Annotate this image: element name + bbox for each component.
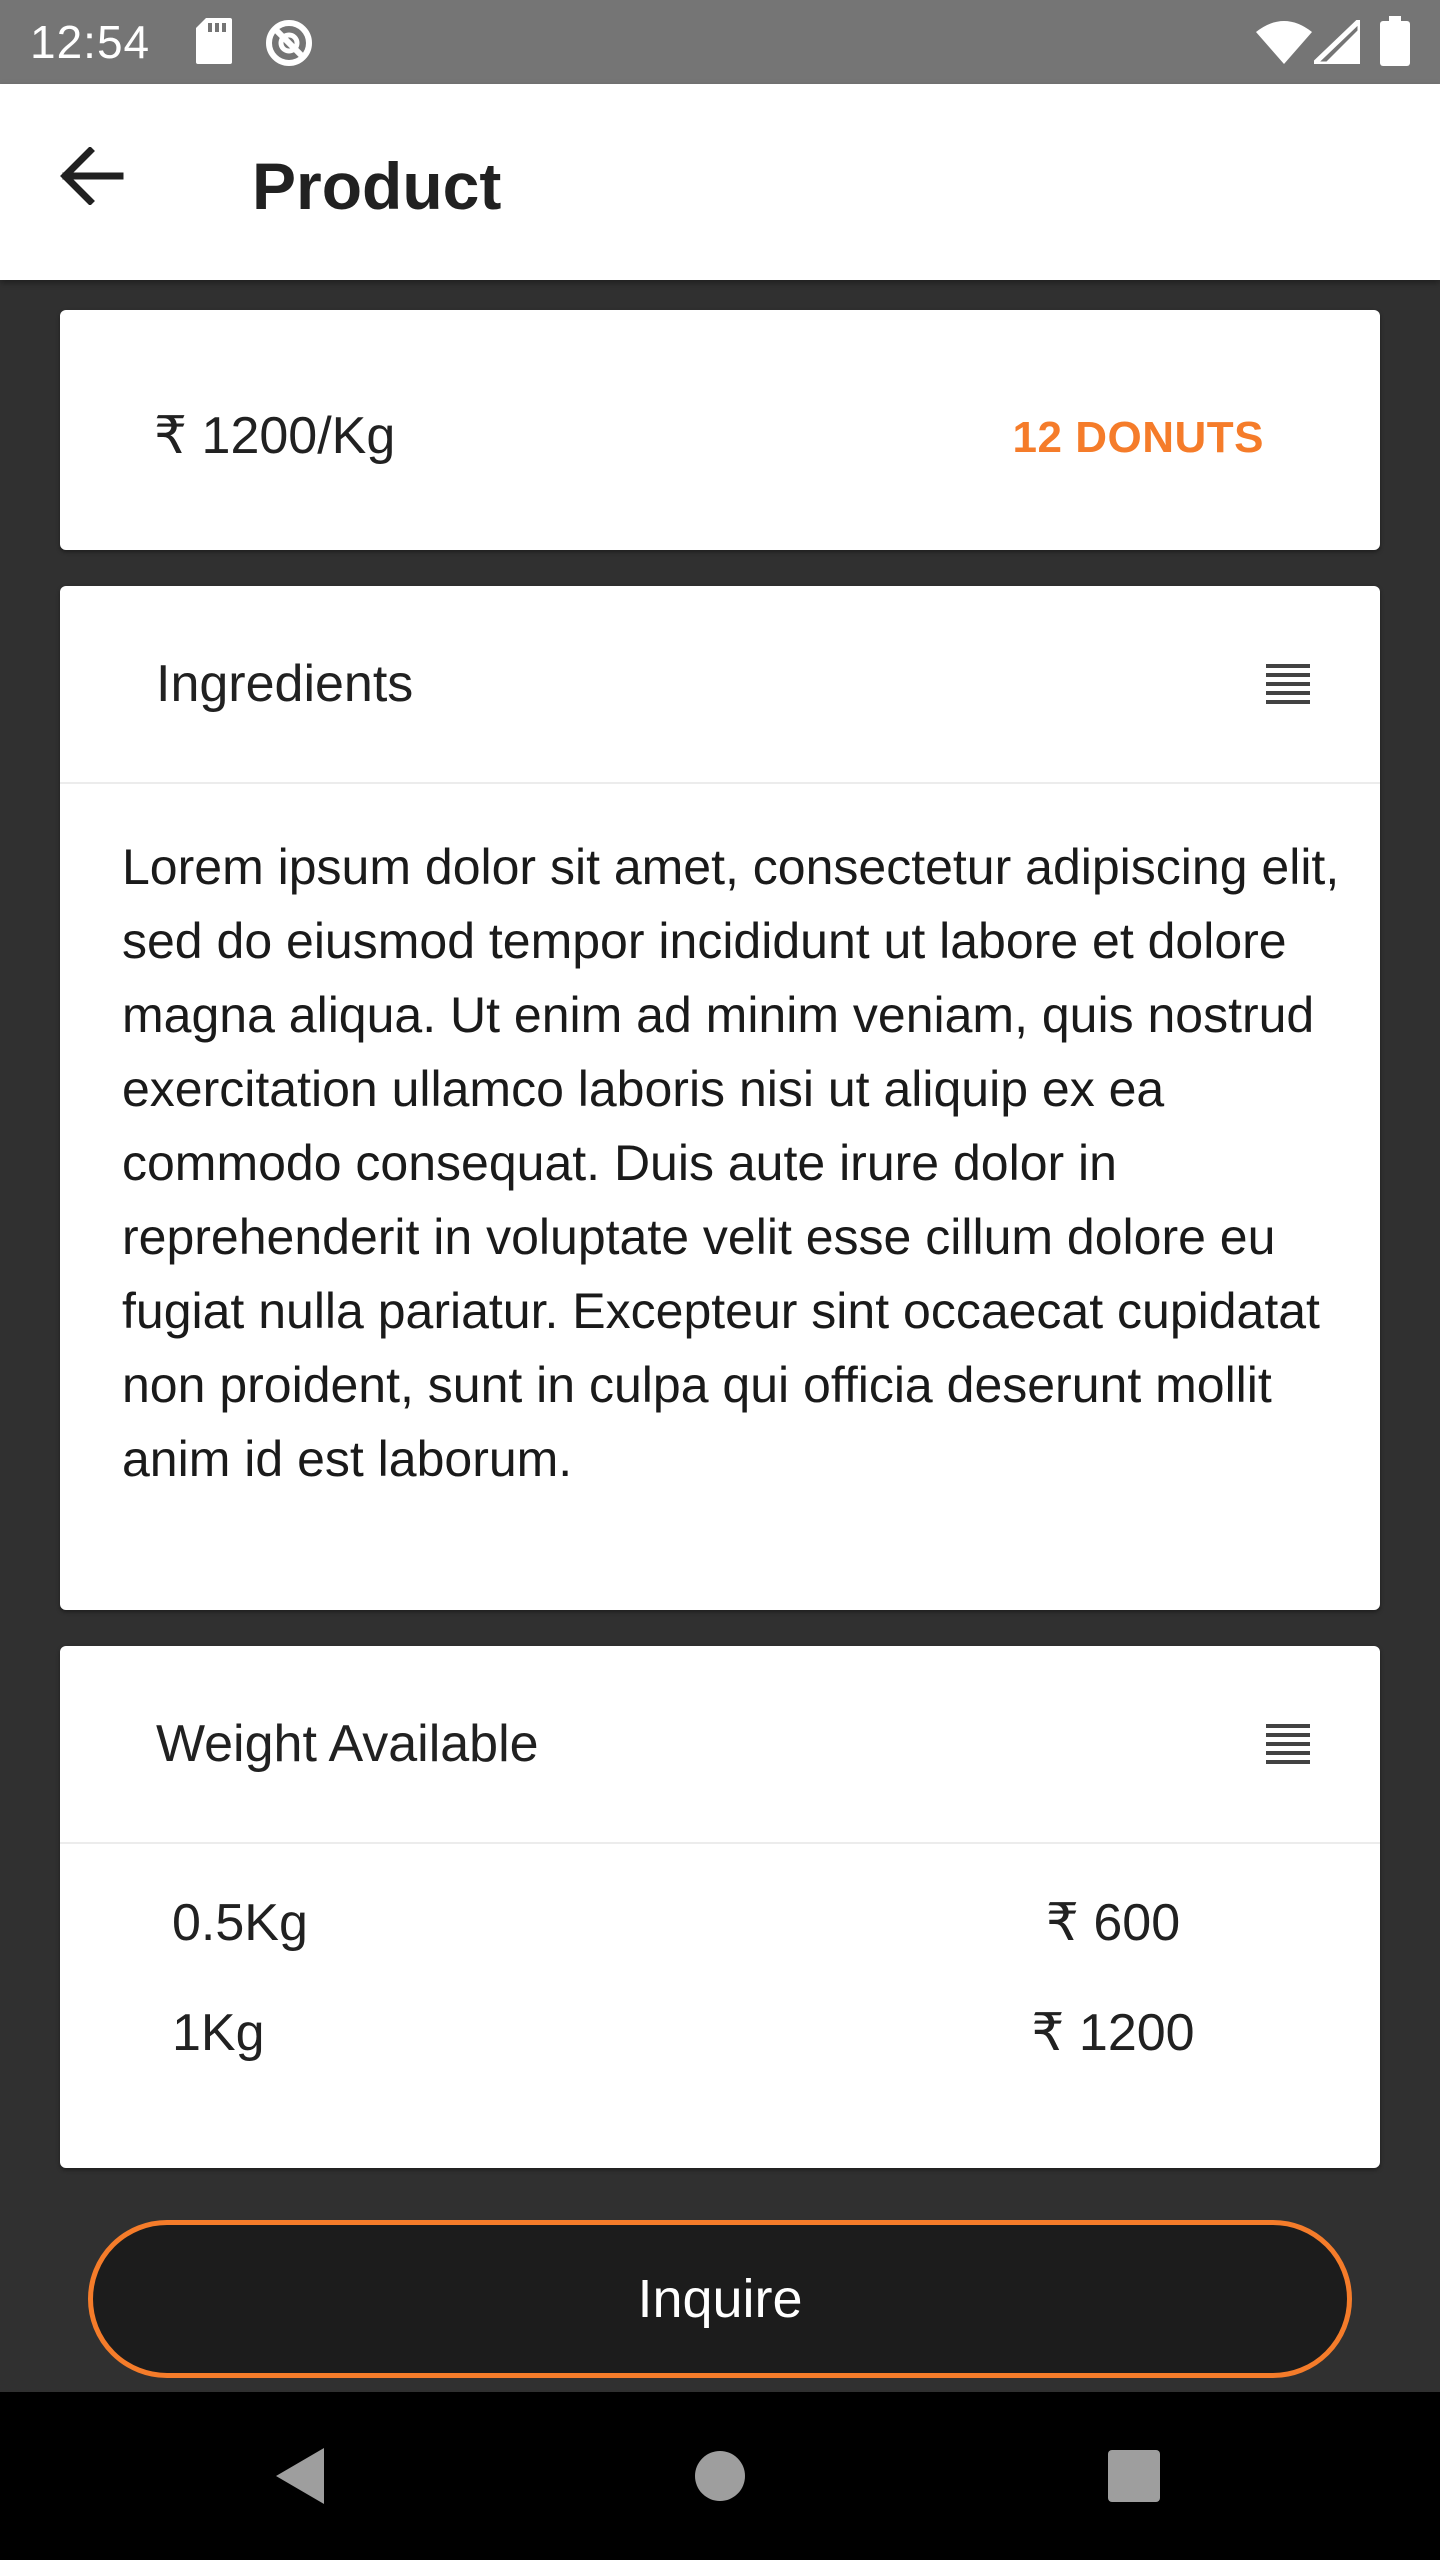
nav-home-icon bbox=[695, 2451, 745, 2501]
weight-available-card: Weight Available 0.5Kg ₹ 600 1Kg ₹ 1200 bbox=[60, 1646, 1380, 2168]
status-bar: 12:54 bbox=[0, 0, 1440, 84]
list-icon[interactable] bbox=[1266, 1724, 1310, 1764]
weight-price: ₹ 1200 bbox=[1031, 2004, 1195, 2062]
nav-home-button[interactable] bbox=[680, 2436, 760, 2516]
nav-recents-icon bbox=[1108, 2450, 1160, 2502]
ingredients-header[interactable]: Ingredients bbox=[60, 586, 1380, 784]
app-bar: Product bbox=[0, 84, 1440, 280]
battery-icon bbox=[1380, 16, 1410, 66]
nav-back-icon bbox=[276, 2448, 324, 2504]
weight-value: 1Kg bbox=[172, 2004, 265, 2062]
donut-count-badge: 12 DONUTS bbox=[1012, 413, 1264, 462]
price-card: ₹ 1200/Kg 12 DONUTS bbox=[60, 310, 1380, 550]
wifi-icon bbox=[1256, 21, 1312, 64]
nav-back-button[interactable] bbox=[260, 2436, 340, 2516]
page-title: Product bbox=[252, 149, 502, 223]
price-per-kg: ₹ 1200/Kg bbox=[154, 407, 396, 465]
back-button[interactable] bbox=[42, 126, 142, 226]
weight-title: Weight Available bbox=[156, 1715, 539, 1773]
nav-recents-button[interactable] bbox=[1094, 2436, 1174, 2516]
weight-header[interactable]: Weight Available bbox=[60, 1646, 1380, 1844]
status-time: 12:54 bbox=[30, 16, 151, 68]
weight-row: 1Kg ₹ 1200 bbox=[60, 1998, 1380, 2068]
weight-value: 0.5Kg bbox=[172, 1894, 308, 1952]
ingredients-card: Ingredients Lorem ipsum dolor sit amet, … bbox=[60, 586, 1380, 1610]
weight-price: ₹ 600 bbox=[1045, 1894, 1181, 1952]
system-nav-bar bbox=[0, 2392, 1440, 2560]
list-icon[interactable] bbox=[1266, 664, 1310, 704]
inquire-button[interactable]: Inquire bbox=[88, 2220, 1352, 2378]
weight-row: 0.5Kg ₹ 600 bbox=[60, 1888, 1380, 1958]
ingredients-text: Lorem ipsum dolor sit amet, consectetur … bbox=[122, 839, 1340, 1487]
no-data-icon bbox=[266, 20, 312, 66]
ingredients-title: Ingredients bbox=[156, 655, 414, 713]
arrow-back-icon bbox=[60, 147, 124, 205]
cell-signal-icon bbox=[1314, 20, 1360, 64]
sd-card-icon bbox=[196, 18, 232, 64]
